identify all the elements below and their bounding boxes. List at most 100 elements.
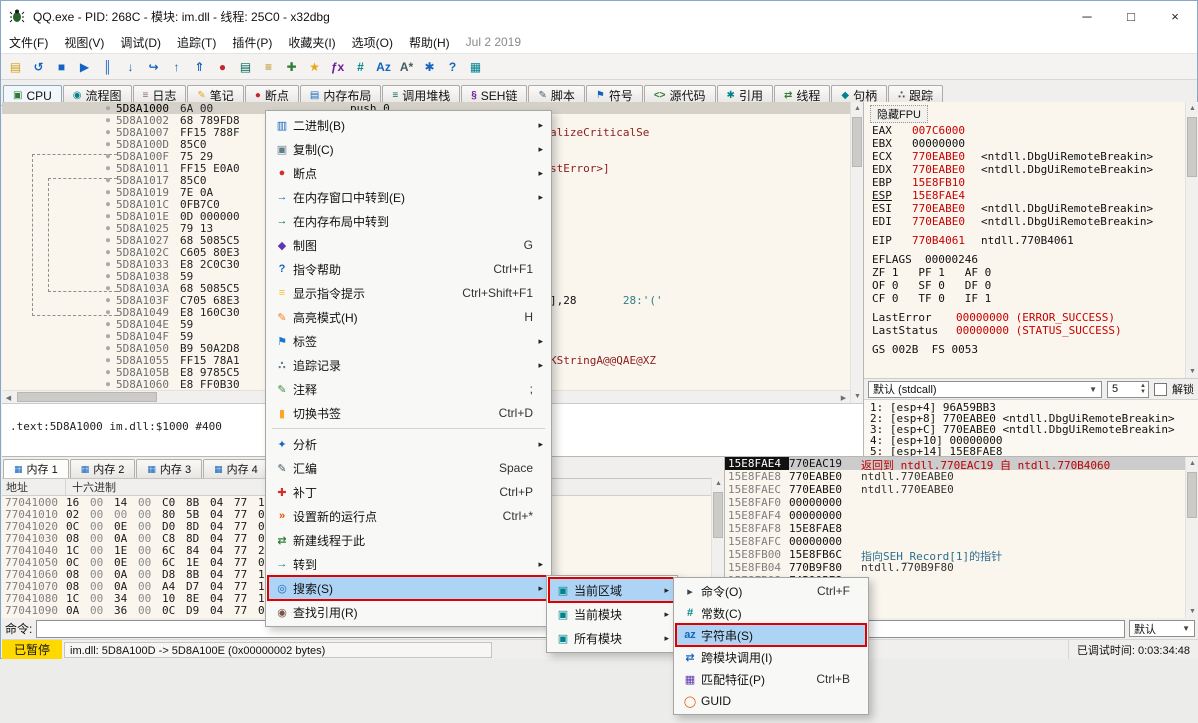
hash-icon[interactable]: # <box>349 56 372 78</box>
calling-convention-select[interactable]: 默认 (stdcall) ▼ <box>868 381 1102 398</box>
open-file-icon[interactable]: ▤ <box>4 56 27 78</box>
unlock-checkbox[interactable] <box>1154 383 1167 396</box>
new-thread-menu-item[interactable]: ⇄新建线程于此 <box>268 528 549 552</box>
scroll-down-icon[interactable]: ▼ <box>1186 365 1198 378</box>
log-toolbar-icon[interactable]: ≡ <box>257 56 280 78</box>
register-row[interactable]: EDX770EABE0<ntdll.DbgUiRemoteBreakin> <box>872 163 1182 176</box>
hide-fpu-button[interactable]: 隐藏FPU <box>870 105 928 123</box>
comment-menu-item[interactable]: ✎注释; <box>268 377 549 401</box>
stack-row[interactable]: 15E8FAEC770EABE0ntdll.770EABE0 <box>725 483 1198 496</box>
breakpoint-dot-icon[interactable]: ● <box>100 354 116 366</box>
menubar-item-5[interactable]: 插件(P) <box>224 31 280 53</box>
scroll-left-icon[interactable]: ◀ <box>2 391 15 404</box>
binary-menu-item[interactable]: ▥二进制(B)▸ <box>268 113 549 137</box>
patch-toolbar-icon[interactable]: ✚ <box>280 56 303 78</box>
step-into-icon[interactable]: ↓ <box>119 56 142 78</box>
restart-icon[interactable]: ↺ <box>27 56 50 78</box>
search-menu-item[interactable]: ◎搜索(S)▸ <box>268 576 549 600</box>
follow-in-memory-map-menu-item[interactable]: →在内存布局中转到 <box>268 209 549 233</box>
breakpoint-dot-icon[interactable]: ● <box>100 330 116 342</box>
scroll-up-icon[interactable]: ▲ <box>712 477 724 490</box>
instruction-help-menu-item[interactable]: ?指令帮助Ctrl+F1 <box>268 257 549 281</box>
analysis-menu-item[interactable]: ✦分析▸ <box>268 432 549 456</box>
assemble-menu-item[interactable]: ✎汇编Space <box>268 456 549 480</box>
register-row[interactable]: EBX00000000 <box>872 137 1182 150</box>
menubar-item-4[interactable]: 追踪(T) <box>169 31 224 53</box>
scrollbar-thumb[interactable] <box>17 392 157 402</box>
label-menu-item[interactable]: ⚑标签▸ <box>268 329 549 353</box>
menubar-item-6[interactable]: 收藏夹(I) <box>280 31 343 53</box>
argument-row[interactable]: 5: [esp+14] 15E8FAE8 <box>870 446 1198 456</box>
scroll-down-icon[interactable]: ▼ <box>851 390 864 403</box>
constant-search-menu-item[interactable]: #常数(C) <box>676 602 866 624</box>
breakpoint-menu-item[interactable]: ●断点▸ <box>268 161 549 185</box>
scroll-down-icon[interactable]: ▼ <box>1186 605 1198 618</box>
register-row[interactable]: EAX007C6000 <box>872 124 1182 137</box>
copy-menu-item[interactable]: ▣复制(C)▸ <box>268 137 549 161</box>
bookmark-menu-item[interactable]: ▮切换书签Ctrl+D <box>268 401 549 425</box>
monitor-icon[interactable]: ▦ <box>464 56 487 78</box>
scrollbar-thumb[interactable] <box>852 117 862 167</box>
memory-map-toolbar-icon[interactable]: ▤ <box>234 56 257 78</box>
stack-row[interactable]: 15E8FAF000000000 <box>725 496 1198 509</box>
case-icon[interactable]: A* <box>395 56 418 78</box>
stack-row[interactable]: 15E8FAFC00000000 <box>725 535 1198 548</box>
breakpoint-dot-icon[interactable]: ● <box>100 378 116 390</box>
register-row[interactable]: ECX770EABE0<ntdll.DbgUiRemoteBreakin> <box>872 150 1182 163</box>
breakpoint-dot-icon[interactable]: ● <box>100 126 116 138</box>
spinner-arrows-icon[interactable]: ▲▼ <box>1140 383 1148 395</box>
menubar-item-7[interactable]: 选项(O) <box>344 31 401 53</box>
scrollbar-thumb[interactable] <box>1187 472 1197 518</box>
pause-icon[interactable]: ║ <box>96 56 119 78</box>
search-current-module-menu-item[interactable]: ▣当前模块▸ <box>549 602 675 626</box>
stop-icon[interactable]: ■ <box>50 56 73 78</box>
breakpoint-dot-icon[interactable]: ● <box>100 114 116 126</box>
menubar-item-2[interactable]: 视图(V) <box>56 31 112 53</box>
menubar-item-8[interactable]: 帮助(H) <box>401 31 458 53</box>
register-row[interactable]: EBP15E8FB10 <box>872 176 1182 189</box>
run-icon[interactable]: ▶ <box>73 56 96 78</box>
scrollbar-thumb[interactable] <box>1187 117 1197 177</box>
settings-icon[interactable]: ✱ <box>418 56 441 78</box>
instruction-tip-menu-item[interactable]: ≡显示指令提示Ctrl+Shift+F1 <box>268 281 549 305</box>
breakpoint-dot-icon[interactable]: ● <box>100 342 116 354</box>
dump-tab-mem3[interactable]: ▦内存 3 <box>136 459 202 478</box>
step-over-icon[interactable]: ↪ <box>142 56 165 78</box>
registers-scrollbar[interactable]: ▲ ▼ <box>1185 102 1198 378</box>
register-row[interactable]: ESI770EABE0<ntdll.DbgUiRemoteBreakin> <box>872 202 1182 215</box>
scrollbar-thumb[interactable] <box>713 492 723 538</box>
stack-row[interactable]: 15E8FAF815E8FAE8 <box>725 522 1198 535</box>
favourites-toolbar-icon[interactable]: ★ <box>303 56 326 78</box>
guid-search-menu-item[interactable]: ◯GUID <box>676 690 866 712</box>
breakpoint-dot-icon[interactable]: ● <box>100 102 116 114</box>
register-row[interactable]: EIP770B4061ntdll.770B4061 <box>872 234 1182 247</box>
stack-row[interactable]: 15E8FB04770B9F80ntdll.770B9F80 <box>725 561 1198 574</box>
stack-row[interactable]: 15E8FB0015E8FB6C指向SEH_Record[1]的指针 <box>725 548 1198 561</box>
search-all-modules-menu-item[interactable]: ▣所有模块▸ <box>549 626 675 650</box>
minimize-button[interactable]: ─ <box>1065 1 1109 31</box>
close-button[interactable]: × <box>1153 1 1197 31</box>
help-toolbar-icon[interactable]: ? <box>441 56 464 78</box>
breakpoint-dot-icon[interactable]: ● <box>100 318 116 330</box>
find-references-menu-item[interactable]: ◉查找引用(R) <box>268 600 549 624</box>
execute-till-return-icon[interactable]: ↑ <box>165 56 188 78</box>
dump-tab-mem4[interactable]: ▦内存 4 <box>203 459 269 478</box>
run-to-user-code-icon[interactable]: ⇑ <box>188 56 211 78</box>
graph-view-menu-item[interactable]: ◆制图G <box>268 233 549 257</box>
patch-menu-item[interactable]: ✚补丁Ctrl+P <box>268 480 549 504</box>
goto-menu-item[interactable]: →转到▸ <box>268 552 549 576</box>
maximize-button[interactable]: □ <box>1109 1 1153 31</box>
breakpoints-toolbar-icon[interactable]: ● <box>211 56 234 78</box>
fx-icon[interactable]: ƒx <box>326 56 349 78</box>
command-script-select[interactable]: 默认 ▼ <box>1129 620 1195 637</box>
breakpoint-dot-icon[interactable]: ● <box>100 366 116 378</box>
disasm-vertical-scrollbar[interactable]: ▲ ▼ <box>850 102 863 403</box>
intermodular-calls-menu-item[interactable]: ⇄跨模块调用(I) <box>676 646 866 668</box>
stack-row[interactable]: 15E8FAE8770EABE0ntdll.770EABE0 <box>725 470 1198 483</box>
menubar-item-3[interactable]: 调试(D) <box>112 31 169 53</box>
dump-tab-mem2[interactable]: ▦内存 2 <box>70 459 136 478</box>
stack-row[interactable]: 15E8FAE4770EAC19返回到 ntdll.770EAC19 自 ntd… <box>725 457 1198 470</box>
register-row[interactable]: ESP15E8FAE4 <box>872 189 1182 202</box>
stack-scrollbar[interactable]: ▲ ▼ <box>1185 457 1198 618</box>
stack-row[interactable]: 15E8FAF400000000 <box>725 509 1198 522</box>
